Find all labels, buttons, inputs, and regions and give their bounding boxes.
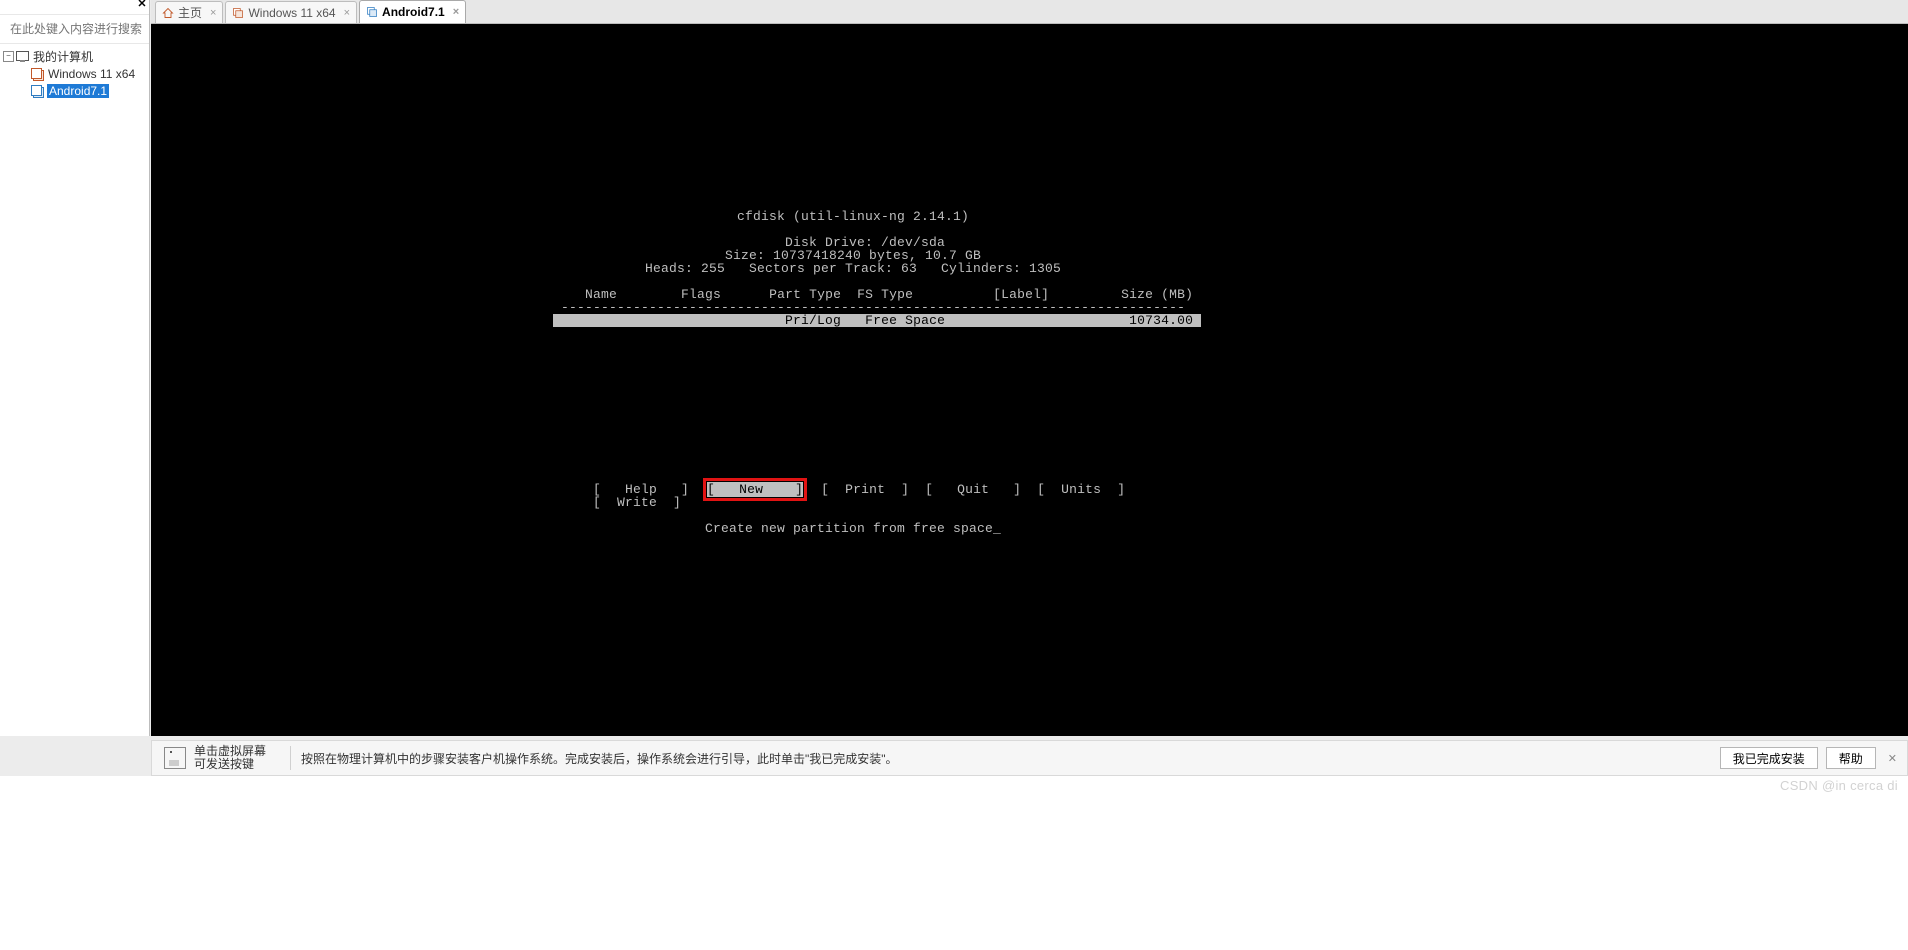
tab-close-icon[interactable]: × bbox=[210, 7, 216, 19]
tab-bar: 主页 × Windows 11 x64 × Android7.1 × bbox=[151, 0, 1908, 24]
cfdisk-menu-print[interactable]: Print bbox=[845, 482, 885, 497]
install-hint-bar: 单击虚拟屏幕 可发送按键 按照在物理计算机中的步骤安装客户机操作系统。完成安装后… bbox=[151, 740, 1908, 776]
cfdisk-menu-row2: [ Write ] bbox=[553, 496, 1153, 509]
cfdisk-partition-row[interactable]: Pri/Log Free Space 10734.00 bbox=[553, 314, 1153, 327]
cfdisk-menu-write[interactable]: Write bbox=[617, 495, 657, 510]
hint-main-text: 按照在物理计算机中的步骤安装客户机操作系统。完成安装后，操作系统会进行引导，此时… bbox=[301, 750, 1720, 767]
sidebar-search-input[interactable] bbox=[8, 21, 167, 37]
cfdisk-menu-units[interactable]: Units bbox=[1061, 482, 1101, 497]
tab-home[interactable]: 主页 × bbox=[155, 1, 223, 23]
tree-root-label: 我的计算机 bbox=[32, 48, 94, 65]
vm-icon bbox=[31, 68, 44, 80]
computer-icon bbox=[16, 51, 29, 62]
vm-icon bbox=[31, 85, 44, 97]
vm-console[interactable]: cfdisk (util-linux-ng 2.14.1) Disk Drive… bbox=[151, 24, 1908, 736]
vm-icon bbox=[232, 7, 244, 19]
highlight-box: [ New ] bbox=[705, 480, 805, 499]
tree-item-label: Android7.1 bbox=[47, 84, 109, 98]
sidebar-close-icon[interactable]: ✕ bbox=[137, 0, 147, 9]
hint-close-icon[interactable]: ✕ bbox=[1886, 750, 1899, 767]
tree-item-windows11[interactable]: Windows 11 x64 bbox=[0, 65, 149, 82]
tree-root-my-computer[interactable]: − 我的计算机 bbox=[0, 48, 149, 65]
cfdisk-title: cfdisk (util-linux-ng 2.14.1) bbox=[553, 210, 1153, 223]
tab-label: Windows 11 x64 bbox=[248, 6, 335, 20]
tab-close-icon[interactable]: × bbox=[453, 6, 459, 18]
help-button[interactable]: 帮助 bbox=[1826, 747, 1876, 769]
hint-divider bbox=[290, 746, 291, 770]
cfdisk-menu-quit[interactable]: Quit bbox=[957, 482, 989, 497]
vm-library-sidebar: ✕ ▾ − 我的计算机 Windows 11 x64 Android7.1 bbox=[0, 0, 150, 736]
vm-main-area: 主页 × Windows 11 x64 × Android7.1 × cfdis… bbox=[151, 0, 1908, 736]
home-icon bbox=[162, 7, 174, 19]
page-background-fill bbox=[0, 776, 1908, 950]
tab-close-icon[interactable]: × bbox=[344, 7, 350, 19]
sidebar-header-strip: ✕ bbox=[0, 0, 149, 15]
hint-screen-icon bbox=[164, 747, 186, 769]
tree-item-label: Windows 11 x64 bbox=[47, 67, 136, 81]
sidebar-search-row: ▾ bbox=[0, 15, 149, 44]
cfdisk-hint-line: Create new partition from free space bbox=[553, 522, 1153, 535]
hint-click-prompt: 单击虚拟屏幕 可发送按键 bbox=[194, 745, 266, 771]
cfdisk-geometry-line: Heads: 255 Sectors per Track: 63 Cylinde… bbox=[553, 262, 1153, 275]
cfdisk-menu-new[interactable]: [ New ] bbox=[707, 482, 803, 497]
vm-icon bbox=[366, 6, 378, 18]
tree-collapse-icon[interactable]: − bbox=[3, 51, 14, 62]
tab-label: Android7.1 bbox=[382, 5, 445, 19]
tree-item-android71[interactable]: Android7.1 bbox=[0, 82, 149, 99]
tab-windows11[interactable]: Windows 11 x64 × bbox=[225, 1, 357, 23]
tab-android71[interactable]: Android7.1 × bbox=[359, 0, 466, 23]
watermark-text: CSDN @in cerca di bbox=[1780, 778, 1898, 793]
cfdisk-terminal: cfdisk (util-linux-ng 2.14.1) Disk Drive… bbox=[553, 210, 1153, 535]
vm-tree: − 我的计算机 Windows 11 x64 Android7.1 bbox=[0, 44, 149, 99]
tab-label: 主页 bbox=[178, 4, 202, 21]
done-install-button[interactable]: 我已完成安装 bbox=[1720, 747, 1818, 769]
